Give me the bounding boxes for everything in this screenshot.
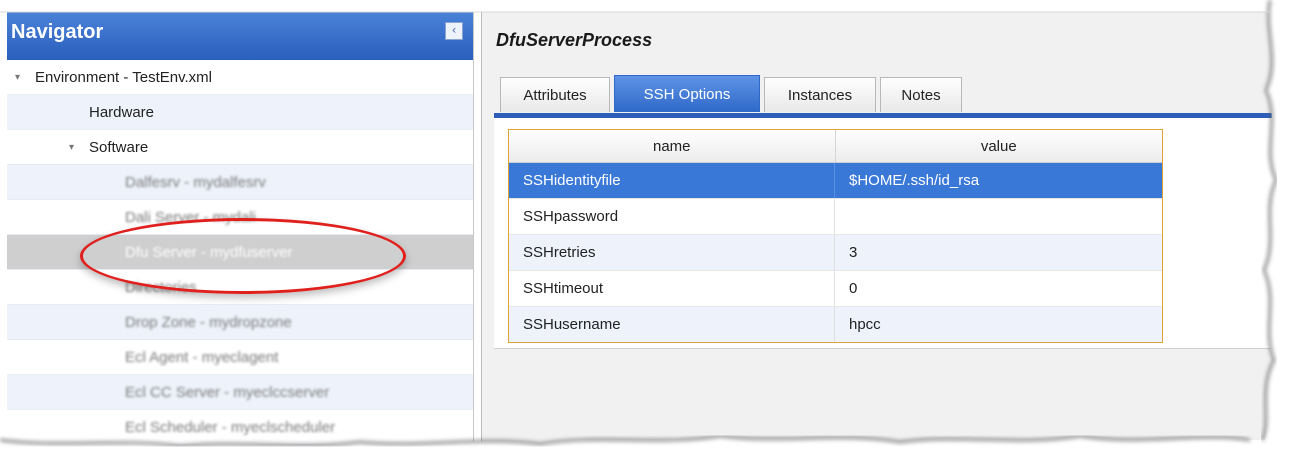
tree-item[interactable]: Drop Zone - mydropzone: [7, 305, 473, 340]
navigator-title: Navigator: [11, 21, 104, 43]
ssh-options-content: name value SSHidentityfile $HOME/.ssh/id…: [494, 118, 1304, 349]
tab-label: Attributes: [523, 86, 587, 104]
cell-name: SSHpassword: [509, 199, 835, 234]
highlight-oval: [80, 218, 406, 294]
cell-name: SSHretries: [509, 235, 835, 270]
cell-value[interactable]: hpcc: [835, 307, 1162, 342]
table-row[interactable]: SSHtimeout 0: [509, 271, 1162, 307]
expand-arrow-icon[interactable]: ▾: [15, 72, 20, 83]
tree-item-label: Drop Zone - mydropzone: [125, 313, 292, 331]
collapse-panel-button[interactable]: ‹: [445, 22, 463, 40]
cell-value[interactable]: $HOME/.ssh/id_rsa: [835, 163, 1162, 198]
column-header-name[interactable]: name: [509, 130, 836, 162]
cell-name: SSHidentityfile: [509, 163, 835, 198]
tree-item[interactable]: Hardware: [7, 95, 473, 130]
tree-item-label: Environment - TestEnv.xml: [35, 68, 213, 86]
tree-item-label: Ecl CC Server - myeclccserver: [125, 383, 330, 401]
tab-ssh-options[interactable]: SSH Options: [614, 75, 760, 112]
tree-item[interactable]: Ecl Scheduler - myeclscheduler: [7, 410, 473, 445]
tree-item-label: Hardware: [89, 103, 155, 121]
table-row[interactable]: SSHidentityfile $HOME/.ssh/id_rsa: [509, 163, 1162, 199]
cell-name: SSHusername: [509, 307, 835, 342]
tab-instances[interactable]: Instances: [764, 77, 876, 112]
screenshot-frame: Navigator ‹ ▾ Environment - TestEnv.xml Ha…: [0, 0, 1304, 457]
tab-notes[interactable]: Notes: [880, 77, 962, 112]
tree-item[interactable]: Ecl CC Server - myeclccserver: [7, 375, 473, 410]
tab-label: SSH Options: [643, 85, 731, 103]
tab-label: Instances: [787, 86, 853, 104]
cell-value[interactable]: 0: [835, 271, 1162, 306]
column-header-value[interactable]: value: [836, 130, 1163, 162]
cell-value[interactable]: [835, 199, 1162, 234]
tab-label: Notes: [901, 86, 941, 104]
tree-item[interactable]: Dalfesrv - mydalfesrv: [7, 165, 473, 200]
cell-value[interactable]: 3: [835, 235, 1162, 270]
ssh-options-table: name value SSHidentityfile $HOME/.ssh/id…: [508, 129, 1163, 343]
tree-item-label: Software: [89, 138, 149, 156]
table-header: name value: [509, 130, 1162, 163]
tree-item-label: Ecl Agent - myeclagent: [125, 348, 279, 366]
tree-item[interactable]: Ecl Agent - myeclagent: [7, 340, 473, 375]
tree-item-label: Dalfesrv - mydalfesrv: [125, 173, 266, 191]
navigator-header: Navigator ‹: [7, 12, 473, 60]
detail-panel: DfuServerProcess Attributes SSH Options …: [481, 12, 1304, 457]
cell-name: SSHtimeout: [509, 271, 835, 306]
table-row[interactable]: SSHretries 3: [509, 235, 1162, 271]
process-title: DfuServerProcess: [496, 30, 653, 50]
tree-item[interactable]: ▾ Software: [7, 130, 473, 165]
tree-item[interactable]: ▾ Environment - TestEnv.xml: [7, 60, 473, 95]
tab-attributes[interactable]: Attributes: [500, 77, 610, 112]
table-row[interactable]: SSHpassword: [509, 199, 1162, 235]
tree-item-label: Ecl Scheduler - myeclscheduler: [125, 418, 336, 436]
table-row[interactable]: SSHusername hpcc: [509, 307, 1162, 342]
expand-arrow-icon[interactable]: ▾: [69, 142, 74, 153]
